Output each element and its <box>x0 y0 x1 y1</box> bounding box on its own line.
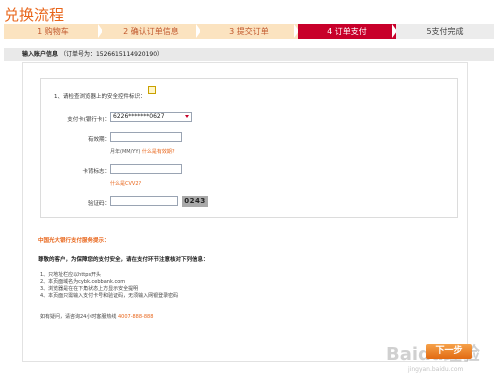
page-title: 兑换流程 <box>4 6 65 24</box>
step-payment: 4 订单支付 <box>298 24 397 39</box>
cvv-hint: 什么是CVV2? <box>110 180 141 187</box>
order-number: 1526615114920190 <box>95 51 158 58</box>
step-cart: 1 购物车 <box>4 24 103 39</box>
order-label-end: ） <box>157 51 164 58</box>
cvv-label: 卡背标志： <box>82 169 110 175</box>
cvv-input[interactable] <box>110 164 182 174</box>
expiry-format: 月年(MM/YY) <box>110 149 141 155</box>
account-info-bar: 输入账户信息 （订单号为：1526615114920190） <box>4 48 494 61</box>
watermark-url: jingyan.baidu.com <box>408 366 464 373</box>
contact-prefix: 如有疑问，请咨询24小时客服热线 <box>40 314 117 320</box>
security-control-icon <box>148 86 156 94</box>
step-complete: 5支付完成 <box>396 24 494 39</box>
security-notice-title: 中国光大银行支付服务提示： <box>38 238 110 244</box>
chevron-down-icon <box>185 115 189 118</box>
contact-phone: 4007-888-888 <box>117 314 154 320</box>
info-bar-title: 输入账户信息 <box>22 51 59 58</box>
cvv-help-link[interactable]: 什么是CVV2? <box>110 181 141 187</box>
security-notice-list: 1、只地址栏应以https开头 2、本页面域名为cybk.cebbank.com… <box>40 272 178 300</box>
list-item: 1、只地址栏应以https开头 <box>40 272 102 278</box>
list-item: 2、本页面域名为cybk.cebbank.com <box>40 279 126 285</box>
captcha-input[interactable] <box>110 196 178 206</box>
card-label: 支付卡(银行卡)： <box>67 117 110 123</box>
security-notice-subtitle: 尊敬的客户，为保障您的支付安全，请在支付环节注意核对下列信息： <box>38 257 209 263</box>
list-item: 4、本页面只需输入支付卡号和验证码，无须输入网银登录密码 <box>40 293 179 299</box>
captcha-image[interactable]: 0243 <box>182 196 208 207</box>
next-step-button[interactable]: 下一步 <box>426 344 472 359</box>
security-tip: 1、请检查浏览器上的安全控件标识： <box>54 94 146 100</box>
expiry-input[interactable] <box>110 132 182 142</box>
order-label: （订单号为： <box>59 51 96 58</box>
contact-line: 如有疑问，请咨询24小时客服热线 4007-888-888 <box>40 313 153 320</box>
progress-steps: 1 购物车 2 确认订单信息 3 提交订单 4 订单支付 5支付完成 <box>4 24 494 39</box>
list-item: 3、浏览器是在在下角状态上方显示安全提明 <box>40 286 139 292</box>
step-submit-order: 3 提交订单 <box>200 24 299 39</box>
expiry-hint: 月年(MM/YY) 什么是有效期? <box>110 148 175 155</box>
captcha-label: 验证码： <box>87 201 110 207</box>
card-value: 6226*******0627 <box>113 113 165 120</box>
expiry-label: 有效期： <box>87 137 110 143</box>
step-confirm-order: 2 确认订单信息 <box>102 24 201 39</box>
expiry-help-link[interactable]: 什么是有效期? <box>142 149 175 155</box>
card-select[interactable]: 6226*******0627 <box>110 112 192 122</box>
